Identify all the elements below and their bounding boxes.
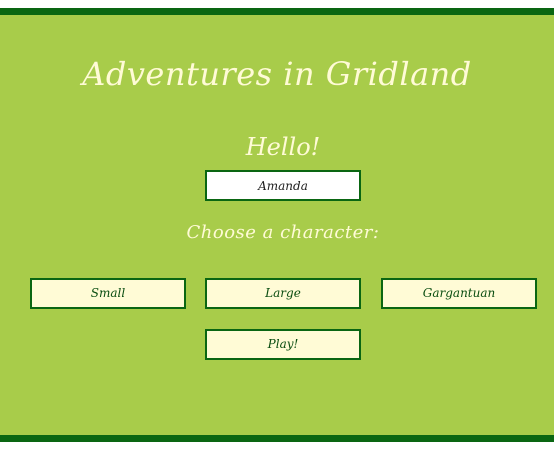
game-title: Adventures in Gridland <box>82 55 472 93</box>
character-gargantuan-button[interactable]: Gargantuan <box>381 278 537 309</box>
player-name-input[interactable] <box>207 172 359 199</box>
character-small-button[interactable]: Small <box>30 278 186 309</box>
game-screen: Adventures in Gridland Hello! Choose a c… <box>0 0 554 453</box>
character-large-button[interactable]: Large <box>205 278 361 309</box>
bottom-border-bar <box>0 435 554 442</box>
top-border-bar <box>0 8 554 15</box>
choose-character-prompt: Choose a character: <box>186 222 380 243</box>
play-button[interactable]: Play! <box>205 329 361 360</box>
player-name-field[interactable] <box>205 170 361 201</box>
greeting-heading: Hello! <box>245 133 321 161</box>
